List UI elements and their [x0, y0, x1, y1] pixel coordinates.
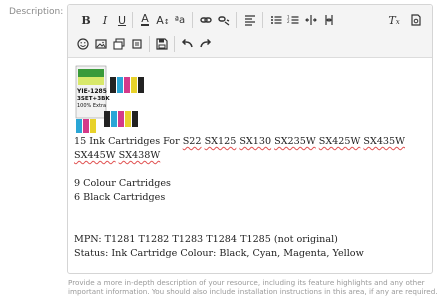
undo-icon [181, 38, 193, 48]
content-title: 15 Ink Cartridges For S22 SX125 SX130 SX… [74, 136, 405, 161]
align-left-icon [245, 15, 255, 26]
outdent-button[interactable] [302, 11, 320, 29]
link-icon [200, 17, 212, 23]
source-button[interactable] [407, 11, 425, 29]
toolbar-separator [174, 36, 175, 52]
font-family-button[interactable]: ªa [171, 11, 189, 29]
font-size-icon: A↕ [156, 13, 170, 27]
image-label-set: 3SET+3BK [77, 96, 110, 102]
image-label-extra: 100% Extra [77, 103, 106, 109]
bullet-list-icon [271, 16, 282, 24]
save-icon [156, 38, 168, 50]
underline-button[interactable]: U [113, 11, 131, 29]
remove-format-icon: Tx [388, 13, 400, 27]
outdent-icon [305, 15, 317, 25]
source-icon [411, 14, 421, 26]
insert-icon [132, 39, 142, 49]
unlink-button[interactable] [215, 11, 233, 29]
media-button[interactable] [110, 35, 128, 53]
description-hint: Provide a more in-depth description of y… [68, 278, 438, 296]
remove-format-button[interactable]: Tx [385, 11, 403, 29]
toolbar-separator [149, 36, 150, 52]
save-button[interactable] [153, 35, 171, 53]
insert-button[interactable] [128, 35, 146, 53]
editor-toolbar: B I U A A↕ ªa 12 Tx [68, 5, 432, 58]
indent-button[interactable] [320, 11, 338, 29]
content-black-line: 6 Black Cartridges [74, 192, 166, 203]
toolbar-separator [262, 12, 263, 28]
numbered-list-icon: 12 [287, 15, 299, 24]
description-label: Description: [9, 7, 64, 17]
image-label-model: YIE-1285 [76, 88, 107, 95]
bold-button[interactable]: B [77, 11, 95, 29]
product-image[interactable]: YIE-1285 3SET+3BK 100% Extra [74, 63, 148, 135]
undo-button[interactable] [178, 35, 196, 53]
indent-icon [325, 15, 333, 25]
link-button[interactable] [197, 11, 215, 29]
ink-cartridges-image: YIE-1285 3SET+3BK 100% Extra [74, 63, 148, 135]
smiley-button[interactable] [74, 35, 92, 53]
font-color-button[interactable]: A [136, 11, 154, 29]
editor-content[interactable]: 15 Ink Cartridges For S22 SX125 SX130 SX… [74, 135, 428, 261]
image-icon [95, 39, 107, 49]
media-icon [113, 38, 125, 50]
svg-text:2: 2 [287, 19, 290, 24]
font-color-icon: A [141, 12, 149, 26]
image-button[interactable] [92, 35, 110, 53]
content-mpn-line: MPN: T1281 T1282 T1283 T1284 T1285 (not … [74, 234, 338, 245]
numbered-list-button[interactable]: 12 [284, 11, 302, 29]
redo-icon [200, 38, 212, 48]
rich-text-editor[interactable]: B I U A A↕ ªa 12 Tx YIE-1285 3SET+3BK 10… [67, 4, 433, 274]
unlink-icon [218, 16, 230, 26]
content-status-line: Status: Ink Cartridge Colour: Black, Cya… [74, 248, 364, 259]
smiley-icon [77, 38, 89, 50]
font-size-button[interactable]: A↕ [154, 11, 172, 29]
toolbar-separator [192, 12, 193, 28]
bullet-list-button[interactable] [267, 11, 285, 29]
italic-button[interactable]: I [96, 11, 114, 29]
font-family-icon: ªa [174, 14, 186, 26]
redo-button[interactable] [197, 35, 215, 53]
content-colour-line: 9 Colour Cartridges [74, 178, 171, 189]
toolbar-separator [132, 12, 133, 28]
toolbar-separator [236, 12, 237, 28]
align-button[interactable] [241, 11, 259, 29]
